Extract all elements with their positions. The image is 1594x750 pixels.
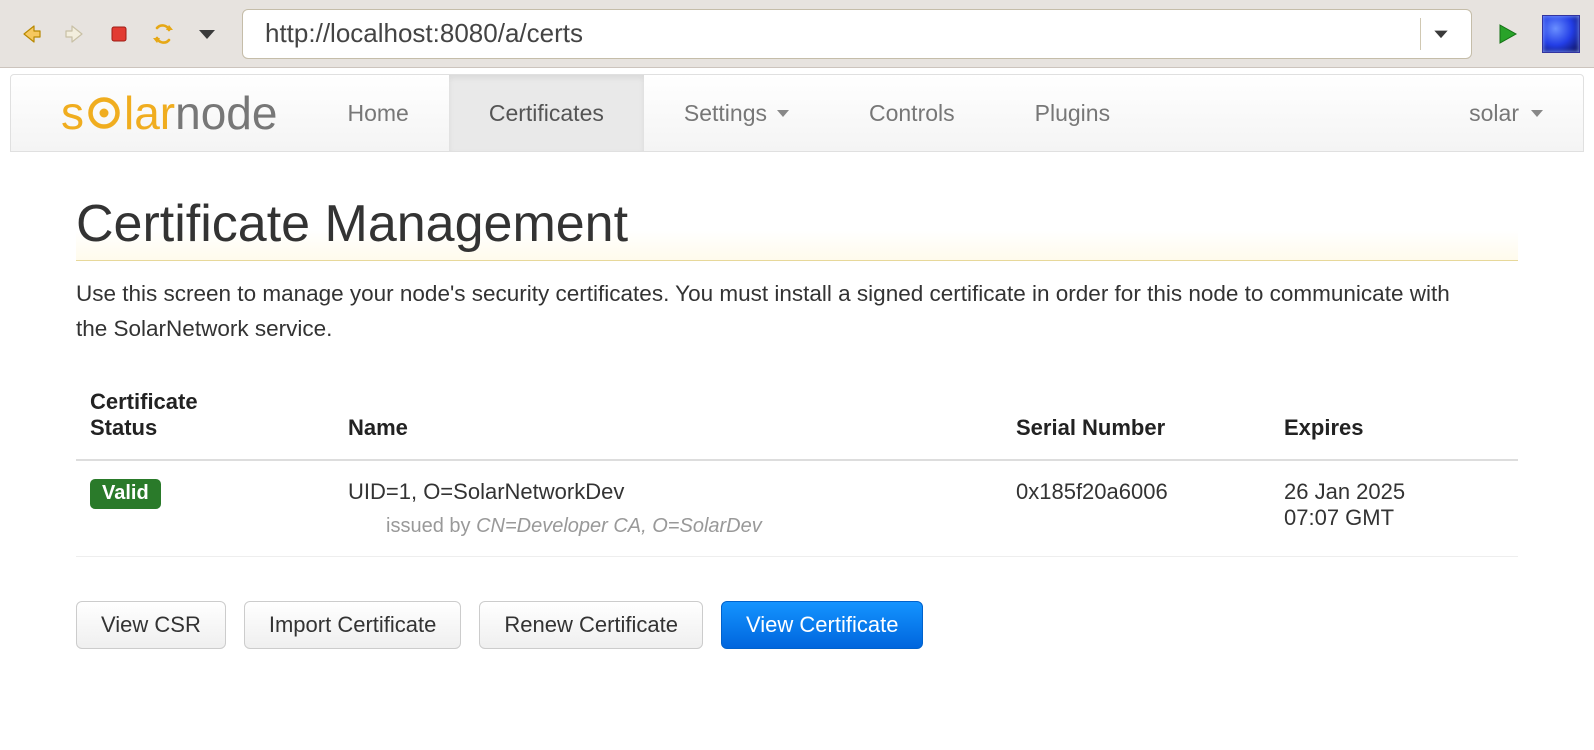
browser-toolbar xyxy=(0,0,1594,68)
nav-label: Certificates xyxy=(489,100,604,127)
refresh-button[interactable] xyxy=(146,17,180,51)
url-bar xyxy=(242,9,1472,59)
nav-controls[interactable]: Controls xyxy=(829,75,995,151)
brand-part-lar: lar xyxy=(124,86,175,140)
cell-name: UID=1, O=SolarNetworkDev issued by CN=De… xyxy=(334,460,1002,557)
status-badge: Valid xyxy=(90,479,161,509)
view-csr-button[interactable]: View CSR xyxy=(76,601,226,649)
nav-label: Settings xyxy=(684,100,767,127)
cert-dn: UID=1, O=SolarNetworkDev xyxy=(348,479,988,505)
forward-button[interactable] xyxy=(58,17,92,51)
cell-status: Valid xyxy=(76,460,334,557)
brand-logo[interactable]: s lar node xyxy=(61,75,307,151)
col-name: Name xyxy=(334,377,1002,460)
nav-label: Plugins xyxy=(1035,100,1110,127)
stop-button[interactable] xyxy=(102,17,136,51)
renew-certificate-button[interactable]: Renew Certificate xyxy=(479,601,703,649)
col-expires: Expires xyxy=(1270,377,1518,460)
nav-home[interactable]: Home xyxy=(307,75,448,151)
nav-label: Home xyxy=(347,100,408,127)
nav-user-menu[interactable]: solar xyxy=(1429,75,1583,151)
nav-certificates[interactable]: Certificates xyxy=(449,75,644,151)
back-button[interactable] xyxy=(14,17,48,51)
url-input[interactable] xyxy=(263,17,1420,50)
certificate-table: Certificate Status Name Serial Number Ex… xyxy=(76,377,1518,557)
brand-part-s: s xyxy=(61,86,84,140)
nav-user-label: solar xyxy=(1469,100,1519,127)
url-dropdown-button[interactable] xyxy=(1420,18,1461,50)
nav-label: Controls xyxy=(869,100,955,127)
button-row: View CSR Import Certificate Renew Certif… xyxy=(76,601,1518,649)
view-certificate-button[interactable]: View Certificate xyxy=(721,601,923,649)
col-status: Certificate Status xyxy=(76,377,334,460)
brand-part-node: node xyxy=(175,86,277,140)
table-header-row: Certificate Status Name Serial Number Ex… xyxy=(76,377,1518,460)
page-title: Certificate Management xyxy=(76,194,1518,261)
navbar: s lar node Home Certificates Settings Co… xyxy=(10,74,1584,152)
run-button[interactable] xyxy=(1490,17,1524,51)
chevron-down-icon xyxy=(1531,110,1543,117)
col-serial: Serial Number xyxy=(1002,377,1270,460)
page-lead: Use this screen to manage your node's se… xyxy=(76,277,1476,347)
nav-settings[interactable]: Settings xyxy=(644,75,829,151)
cell-serial: 0x185f20a6006 xyxy=(1002,460,1270,557)
cell-expires: 26 Jan 2025 07:07 GMT xyxy=(1270,460,1518,557)
history-dropdown-button[interactable] xyxy=(190,17,224,51)
nav-plugins[interactable]: Plugins xyxy=(995,75,1150,151)
nav-items: Home Certificates Settings Controls Plug… xyxy=(307,75,1150,151)
import-certificate-button[interactable]: Import Certificate xyxy=(244,601,462,649)
page-content: Certificate Management Use this screen t… xyxy=(0,152,1594,649)
table-row: Valid UID=1, O=SolarNetworkDev issued by… xyxy=(76,460,1518,557)
cert-issued-by: issued by CN=Developer CA, O=SolarDev xyxy=(348,515,988,538)
eclipse-icon xyxy=(1542,15,1580,53)
sun-icon xyxy=(86,95,122,131)
chevron-down-icon xyxy=(777,110,789,117)
